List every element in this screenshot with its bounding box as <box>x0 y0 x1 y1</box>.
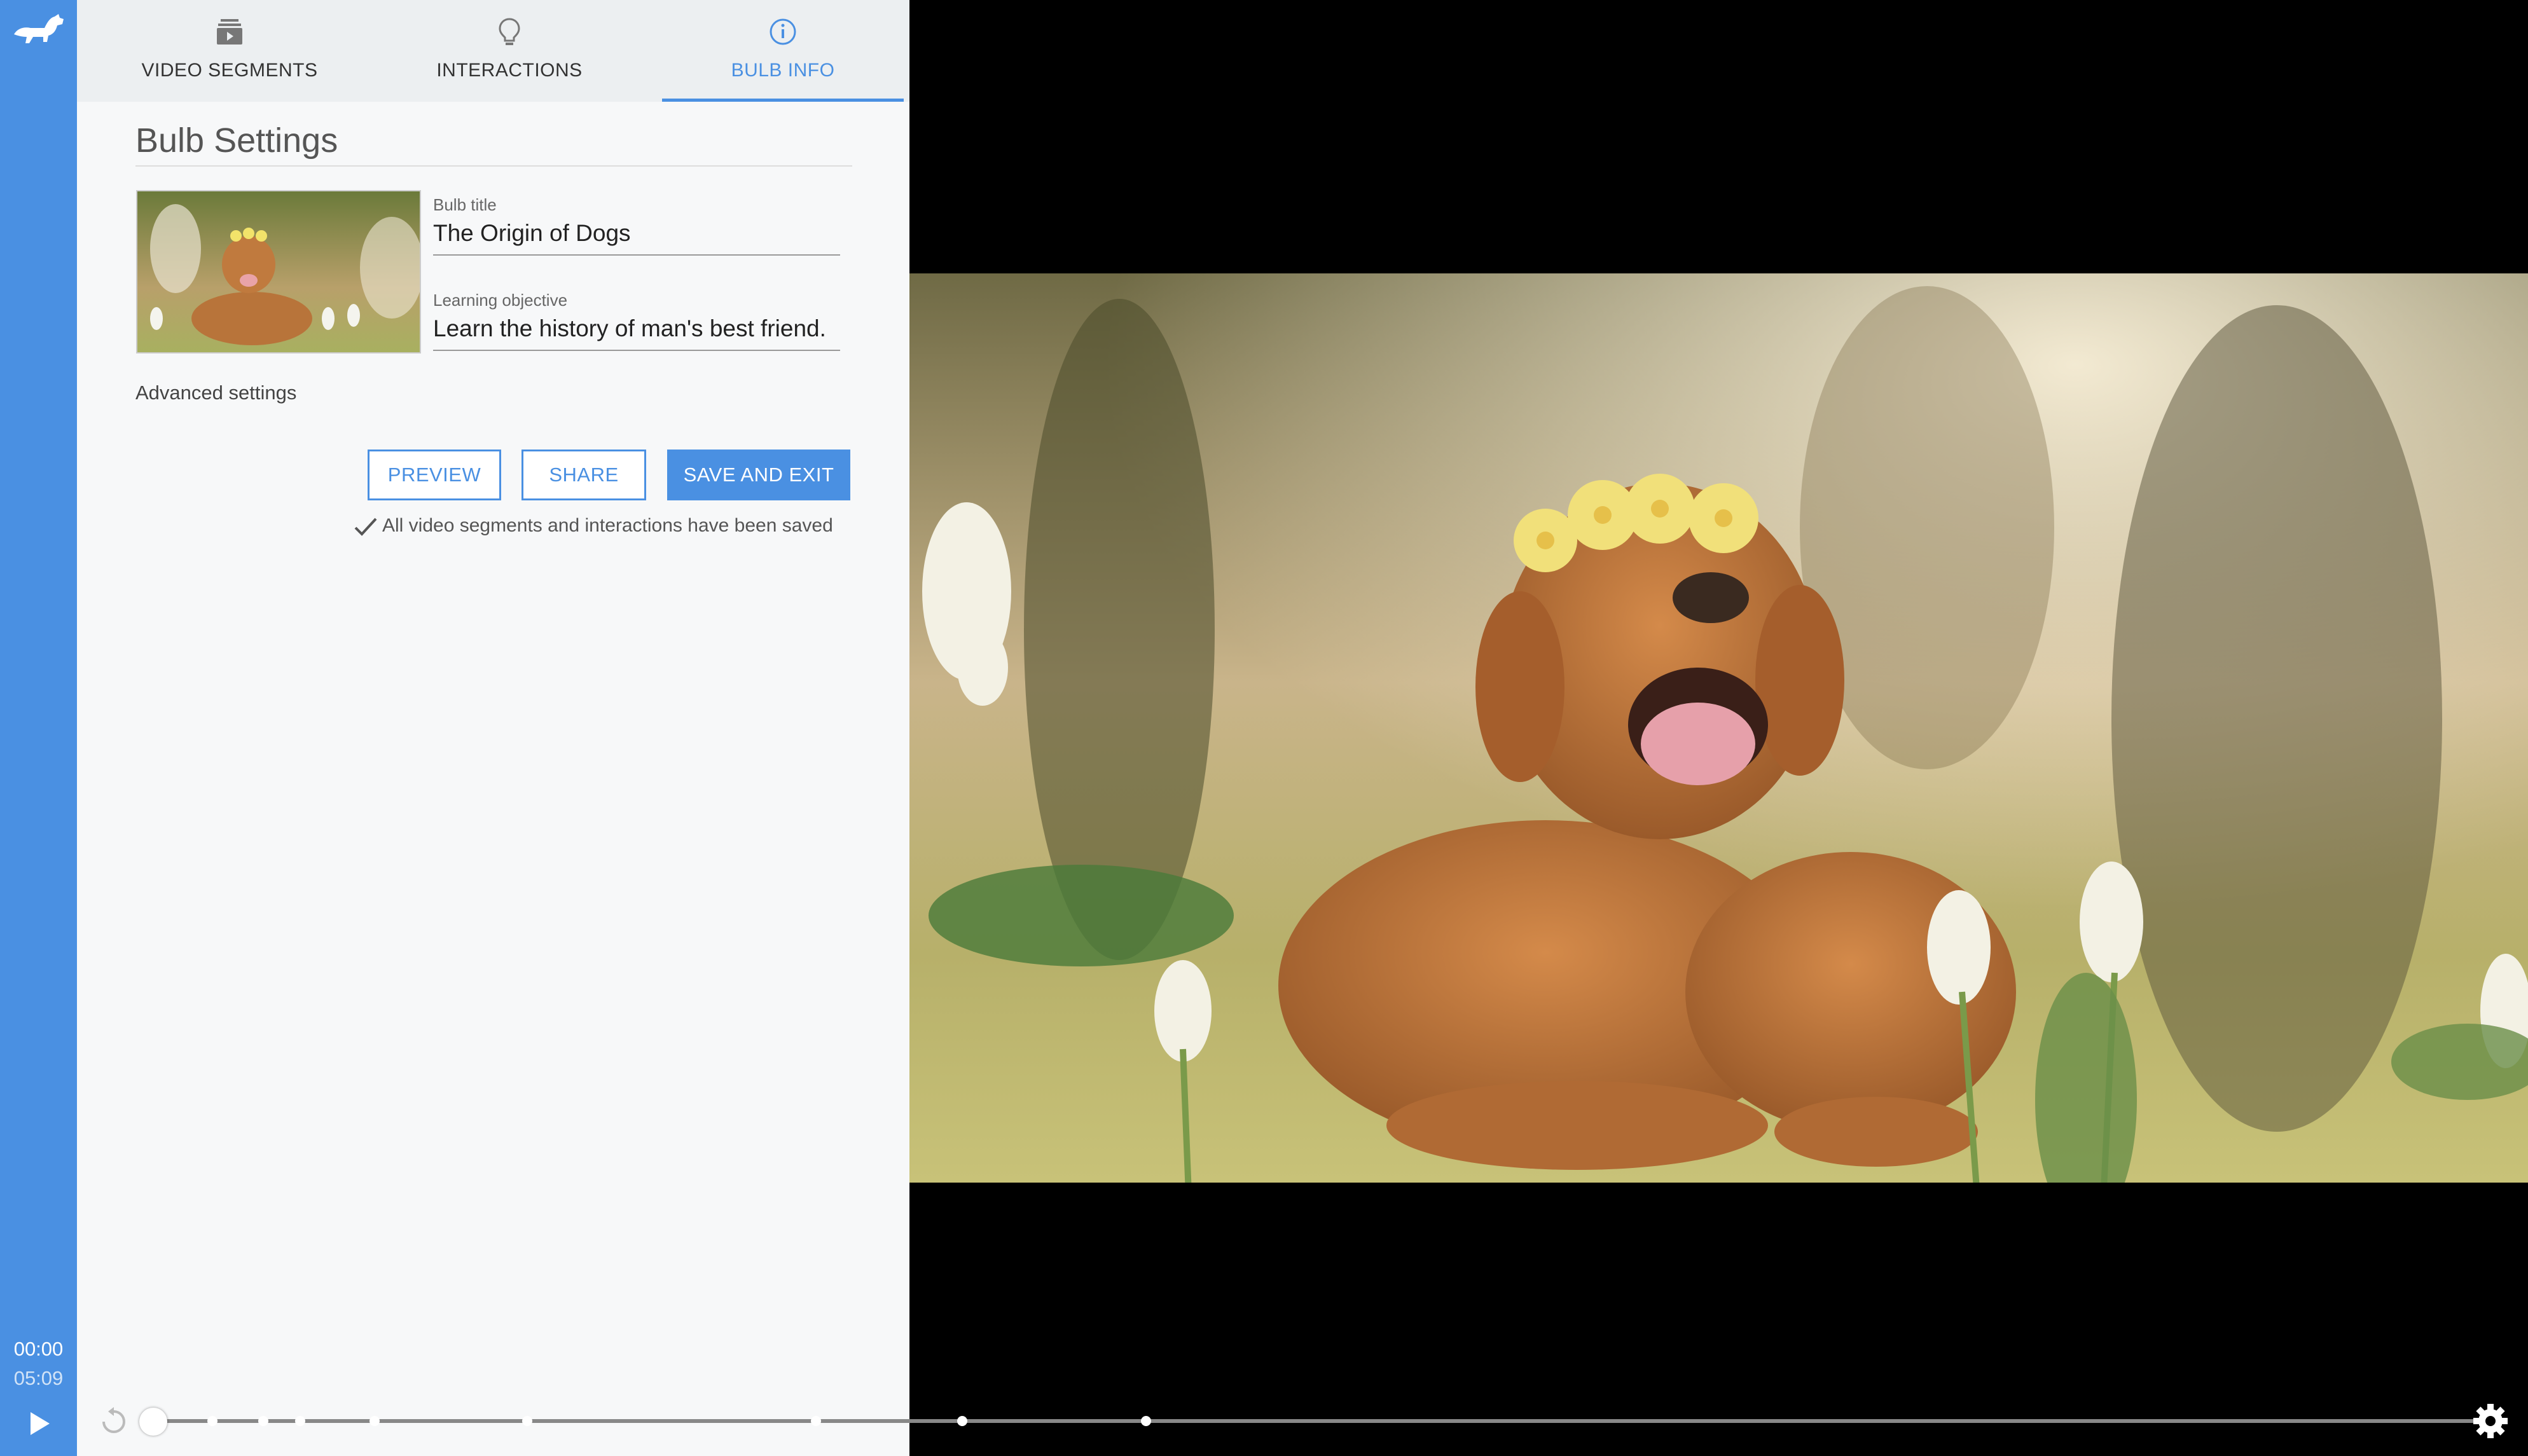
replay-icon[interactable] <box>97 1405 130 1438</box>
bulb-title-field[interactable]: The Origin of Dogs <box>433 220 840 256</box>
tab-bulb-info[interactable]: BULB INFO <box>662 0 904 102</box>
segment-marker[interactable] <box>811 1416 821 1426</box>
checkmark-icon <box>354 518 377 536</box>
segment-marker[interactable] <box>370 1416 380 1426</box>
dog-thumbnail-image <box>137 191 420 352</box>
dog-video-frame-image <box>909 273 2528 1183</box>
save-and-exit-button[interactable]: SAVE AND EXIT <box>667 450 850 500</box>
bulb-title-label: Bulb title <box>433 195 497 214</box>
editor-panel: VIDEO SEGMENTS INTERACTIONS BULB INFO Bu… <box>77 0 909 1456</box>
current-time: 00:00 <box>13 1338 64 1360</box>
tab-label: VIDEO SEGMENTS <box>141 60 318 81</box>
play-icon[interactable] <box>22 1406 56 1441</box>
tab-interactions[interactable]: INTERACTIONS <box>382 0 637 99</box>
info-icon <box>770 18 796 45</box>
tab-label: INTERACTIONS <box>436 60 583 81</box>
share-button[interactable]: SHARE <box>521 450 646 500</box>
tab-video-segments[interactable]: VIDEO SEGMENTS <box>77 0 382 99</box>
segment-marker[interactable] <box>1141 1416 1151 1426</box>
duration: 05:09 <box>13 1367 64 1389</box>
video-frame[interactable] <box>909 273 2528 1183</box>
objective-label: Learning objective <box>433 291 568 310</box>
learning-objective-field[interactable]: Learn the history of man's best friend. <box>433 315 840 351</box>
segment-marker[interactable] <box>522 1416 532 1426</box>
tab-bar: VIDEO SEGMENTS INTERACTIONS BULB INFO <box>77 0 909 102</box>
segment-marker[interactable] <box>295 1416 305 1426</box>
lightbulb-icon <box>499 18 520 45</box>
segment-marker[interactable] <box>957 1416 967 1426</box>
player-controls <box>77 1373 2528 1456</box>
tab-label: BULB INFO <box>731 60 835 81</box>
gear-icon[interactable] <box>2471 1401 2510 1441</box>
advanced-settings-link[interactable]: Advanced settings <box>135 381 296 404</box>
segment-marker[interactable] <box>207 1416 218 1426</box>
left-rail: 00:00 05:09 <box>0 0 77 1456</box>
saved-message: All video segments and interactions have… <box>382 515 833 536</box>
timeline-scrubber[interactable] <box>139 1408 167 1436</box>
preview-button[interactable]: PREVIEW <box>368 450 501 500</box>
bulb-thumbnail[interactable] <box>136 190 421 354</box>
section-title: Bulb Settings <box>135 121 852 167</box>
segment-marker[interactable] <box>258 1416 268 1426</box>
video-stack-icon <box>217 19 242 45</box>
dog-logo-icon[interactable] <box>11 9 66 53</box>
timeline-track[interactable] <box>153 1419 2500 1423</box>
